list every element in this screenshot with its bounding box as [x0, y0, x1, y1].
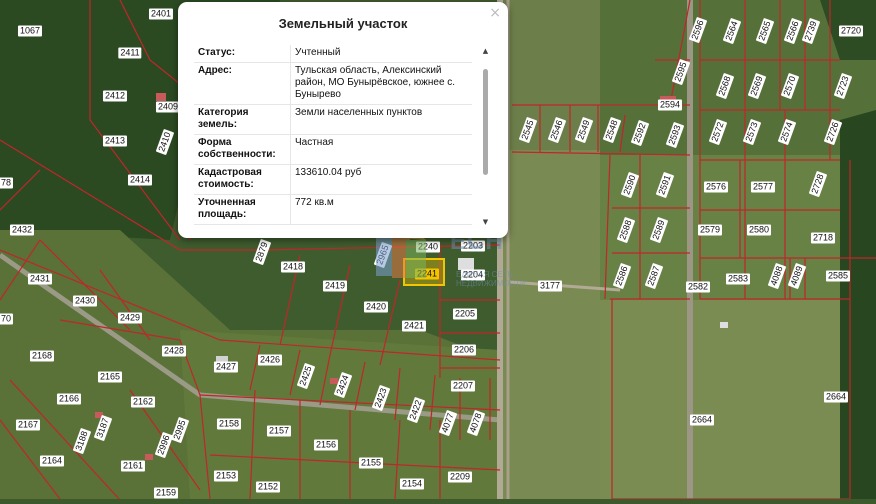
info-row: Разрешенное использование:для ведения да… [194, 224, 472, 225]
scroll-down-icon[interactable]: ▼ [481, 218, 490, 227]
plot-label-2168[interactable]: 2168 [29, 350, 55, 362]
info-key: Категория земель: [194, 104, 291, 135]
plot-label-2664[interactable]: 2664 [689, 414, 715, 426]
plot-label-2161[interactable]: 2161 [120, 460, 146, 472]
info-row: Кадастровая стоимость: 133610.04 руб [194, 164, 472, 195]
info-key: Разрешенное использование: [194, 224, 291, 225]
plot-label-2428[interactable]: 2428 [161, 345, 187, 357]
plot-label-2156[interactable]: 2156 [313, 439, 339, 451]
info-value: 133610.04 руб [290, 164, 472, 195]
info-value: Тульская область, Алексинский район, МО … [290, 62, 472, 105]
plot-label-2153[interactable]: 2153 [213, 470, 239, 482]
plot-label-2430[interactable]: 2430 [72, 295, 98, 307]
plot-label-2421[interactable]: 2421 [401, 320, 427, 332]
plot-label-2583[interactable]: 2583 [725, 273, 751, 285]
plot-label-2205[interactable]: 2205 [452, 308, 478, 320]
plot-label-2580[interactable]: 2580 [746, 224, 772, 236]
plot-label-2206[interactable]: 2206 [451, 344, 477, 356]
plot-label-2154[interactable]: 2154 [399, 478, 425, 490]
plot-label-2412[interactable]: 2412 [102, 90, 128, 102]
plot-label-2594[interactable]: 2594 [657, 99, 683, 111]
scroll-thumb[interactable] [483, 69, 488, 175]
plot-label-2157[interactable]: 2157 [266, 425, 292, 437]
info-key: Статус: [194, 45, 291, 63]
plot-label-3177[interactable]: 3177 [537, 280, 563, 292]
info-key: Адрес: [194, 62, 291, 105]
plot-label-70[interactable]: 70 [0, 313, 14, 325]
plot-label-2431[interactable]: 2431 [27, 273, 53, 285]
plot-label-2579[interactable]: 2579 [697, 224, 723, 236]
plot-label-2576[interactable]: 2576 [703, 181, 729, 193]
info-value: Учтенный [290, 45, 472, 63]
plot-label-2432[interactable]: 2432 [9, 224, 35, 236]
plot-label-2420[interactable]: 2420 [363, 301, 389, 313]
info-key: Форма собственности: [194, 134, 291, 165]
close-icon[interactable]: × [489, 5, 501, 21]
land-plot-popup: Земельный участок × Статус: Учтенный Адрес… [178, 2, 508, 238]
watermark-subtitle: ЕДИНАЯ СЕТЬ НЕДВИЖИМОСТИ [456, 270, 526, 288]
info-key: Кадастровая стоимость: [194, 164, 291, 195]
plot-label-2414[interactable]: 2414 [127, 174, 153, 186]
info-value: Земли населенных пунктов [290, 104, 472, 135]
plot-label-2413[interactable]: 2413 [102, 135, 128, 147]
plot-label-2158[interactable]: 2158 [216, 418, 242, 430]
plot-label-2152[interactable]: 2152 [255, 481, 281, 493]
plot-label-2427[interactable]: 2427 [213, 361, 239, 373]
plot-label-2159[interactable]: 2159 [153, 487, 179, 499]
info-row: Категория земель: Земли населенных пункто… [194, 104, 472, 135]
plot-label-2664[interactable]: 2664 [823, 391, 849, 403]
info-row: Уточненная площадь: 772 кв.м [194, 194, 472, 225]
plot-label-2411[interactable]: 2411 [118, 47, 142, 59]
info-value: для ведения дачного хозяйства [290, 224, 472, 225]
plot-label-2585[interactable]: 2585 [825, 270, 851, 282]
plot-label-2155[interactable]: 2155 [358, 457, 384, 469]
plot-label-2582[interactable]: 2582 [685, 281, 711, 293]
plot-label-2577[interactable]: 2577 [750, 181, 776, 193]
info-value: Частная [290, 134, 472, 165]
info-row: Статус: Учтенный [194, 45, 472, 63]
plot-label-2718[interactable]: 2718 [810, 232, 836, 244]
plot-label-2165[interactable]: 2165 [97, 371, 123, 383]
plot-label-2409[interactable]: 2409 [155, 101, 181, 113]
plot-label-2166[interactable]: 2166 [56, 393, 82, 405]
plot-label-2162[interactable]: 2162 [130, 396, 156, 408]
plot-label-78[interactable]: 78 [0, 177, 14, 189]
plot-label-2419[interactable]: 2419 [322, 280, 348, 292]
popup-title: Земельный участок [278, 16, 408, 31]
plot-label-1067[interactable]: 1067 [17, 25, 43, 37]
plot-label-2426[interactable]: 2426 [257, 354, 283, 366]
plot-label-2429[interactable]: 2429 [117, 312, 143, 324]
info-row: Форма собственности: Частная [194, 134, 472, 165]
plot-label-2209[interactable]: 2209 [447, 471, 473, 483]
info-key: Уточненная площадь: [194, 194, 291, 225]
plot-label-2167[interactable]: 2167 [15, 419, 41, 431]
plot-label-2401[interactable]: 2401 [148, 8, 174, 20]
info-value: 772 кв.м [290, 194, 472, 225]
popup-scrollbar[interactable]: ▲ ▼ [481, 47, 490, 227]
scroll-up-icon[interactable]: ▲ [481, 47, 490, 56]
plot-label-2164[interactable]: 2164 [39, 455, 65, 467]
plot-label-2207[interactable]: 2207 [450, 380, 476, 392]
plot-info-table[interactable]: Статус: Учтенный Адрес: Тульская область, А… [194, 45, 484, 225]
plot-label-2418[interactable]: 2418 [280, 261, 306, 273]
info-row: Адрес: Тульская область, Алексинский райо… [194, 62, 472, 105]
plot-label-2720[interactable]: 2720 [838, 25, 864, 37]
